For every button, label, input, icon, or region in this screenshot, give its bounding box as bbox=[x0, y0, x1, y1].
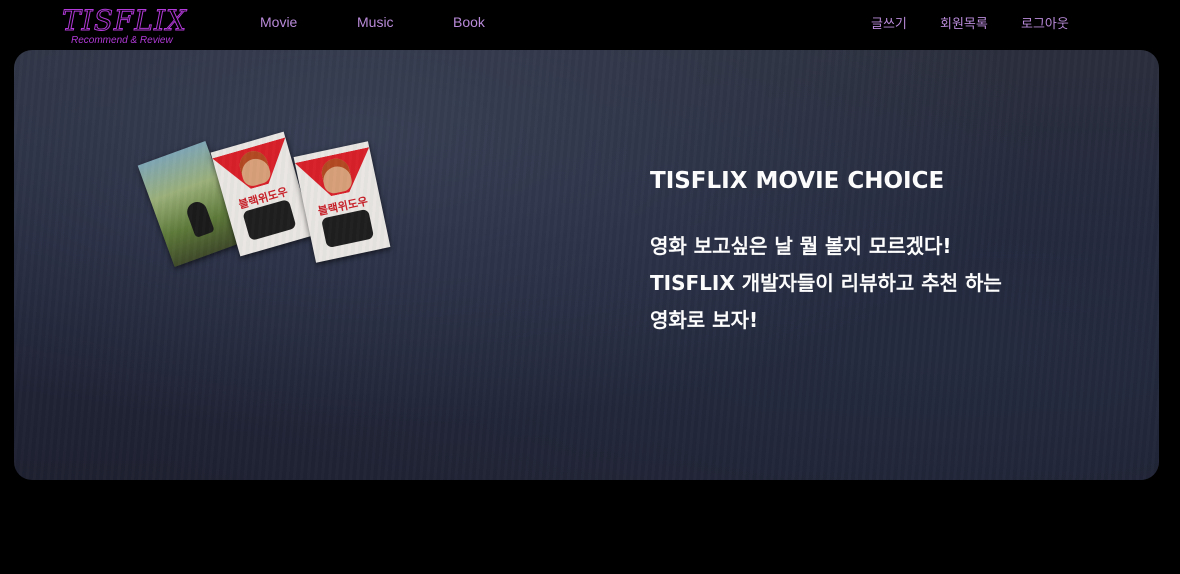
hero-text-block: TISFLIX MOVIE CHOICE 영화 보고싶은 날 뭘 볼지 모르겠다… bbox=[650, 168, 1002, 339]
nav-book-link[interactable]: Book bbox=[453, 14, 485, 30]
logout-link[interactable]: 로그아웃 bbox=[1021, 13, 1069, 32]
hero-title: TISFLIX MOVIE CHOICE bbox=[650, 168, 945, 194]
logo-wordmark: TISFLIX bbox=[62, 4, 187, 38]
logo-tagline: Recommend & Review bbox=[71, 35, 173, 46]
top-header: TISFLIX Recommend & Review Movie Music B… bbox=[0, 0, 1180, 48]
hero-line-3: 영화로 보자! bbox=[650, 308, 759, 332]
tisflix-logo[interactable]: TISFLIX Recommend & Review bbox=[60, 4, 190, 48]
person-figure-icon bbox=[184, 199, 215, 239]
hero-banner: 블랙위도우 블랙위도우 TISFLIX MOVIE CHOICE 영화 보고싶은… bbox=[14, 50, 1159, 480]
hero-line-2: TISFLIX 개발자들이 리뷰하고 추천 하는 bbox=[650, 271, 1002, 295]
nav-music-link[interactable]: Music bbox=[357, 14, 394, 30]
poster-stack: 블랙위도우 블랙위도우 bbox=[137, 130, 404, 280]
member-list-link[interactable]: 회원목록 bbox=[940, 13, 988, 32]
movie-poster-3[interactable]: 블랙위도우 bbox=[293, 141, 391, 263]
write-post-link[interactable]: 글쓰기 bbox=[871, 13, 907, 32]
nav-movie-link[interactable]: Movie bbox=[260, 14, 297, 30]
hero-line-1: 영화 보고싶은 날 뭘 볼지 모르겠다! bbox=[650, 234, 952, 258]
